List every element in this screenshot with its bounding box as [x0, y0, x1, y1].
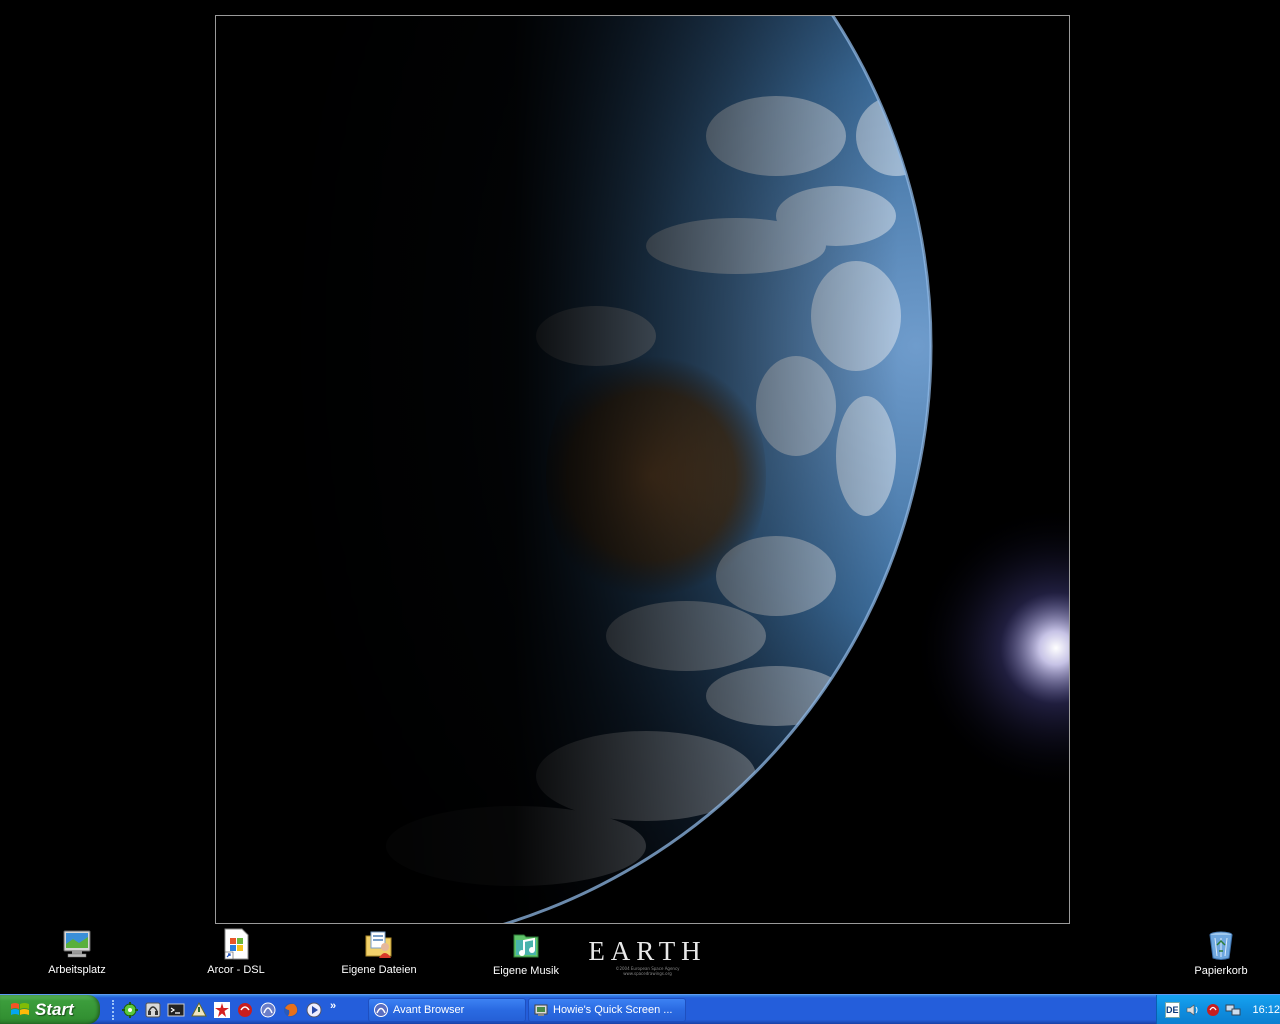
windows-logo-icon — [10, 1001, 30, 1019]
task-button-label: Avant Browser — [393, 1004, 465, 1016]
recycle-bin-icon — [1205, 929, 1237, 961]
start-button[interactable]: Start — [0, 995, 100, 1024]
desktop-icon-label: Eigene Dateien — [341, 964, 417, 976]
my-computer-icon — [61, 928, 93, 960]
arcor-shortcut-icon — [220, 928, 252, 960]
shield-icon[interactable] — [213, 1001, 231, 1019]
toolbar-grip[interactable] — [112, 1000, 117, 1020]
volume-icon[interactable] — [1185, 1002, 1201, 1018]
task-button-label: Howie's Quick Screen ... — [553, 1004, 673, 1016]
screen-capture-icon — [533, 1002, 549, 1018]
wallpaper-title: EARTH — [588, 936, 707, 966]
system-tray: DE 16:12 — [1156, 995, 1280, 1024]
browser-icon[interactable] — [259, 1001, 277, 1019]
desktop-icon-arcor-dsl[interactable]: Arcor - DSL — [194, 928, 278, 977]
desktop-icon-eigene-dateien[interactable]: Eigene Dateien — [337, 928, 421, 977]
network-connection-icon[interactable] — [1225, 1002, 1241, 1018]
desktop-icon-papierkorb[interactable]: Papierkorb — [1179, 929, 1263, 978]
app-icon[interactable] — [236, 1001, 254, 1019]
clock[interactable]: 16:12 — [1253, 1004, 1280, 1016]
app-tray-icon[interactable] — [1205, 1002, 1221, 1018]
start-label: Start — [35, 999, 74, 1019]
wallpaper-credit-url: www.spacedrawings.org — [623, 971, 672, 976]
network-icon[interactable] — [190, 1001, 208, 1019]
my-documents-icon — [363, 928, 395, 960]
quick-launch-toolbar: » — [112, 1000, 336, 1020]
task-button-avant-browser[interactable]: Avant Browser — [368, 998, 526, 1022]
headset-icon[interactable] — [144, 1001, 162, 1019]
quick-launch-more-button[interactable]: » — [330, 1000, 336, 1012]
terminal-icon[interactable] — [167, 1001, 185, 1019]
wallpaper-earth-image — [215, 15, 1070, 924]
language-indicator[interactable]: DE — [1165, 1001, 1180, 1018]
my-music-icon — [510, 929, 542, 961]
firefox-icon[interactable] — [282, 1001, 300, 1019]
avant-browser-icon — [373, 1002, 389, 1018]
desktop-icon-arbeitsplatz[interactable]: Arbeitsplatz — [35, 928, 119, 977]
desktop: EARTH ©2004 European Space Agency www.sp… — [0, 0, 1280, 994]
desktop-icon-label: Eigene Musik — [492, 965, 560, 977]
taskbar: Start » Avant Browser Howie's Quick Scre… — [0, 994, 1280, 1024]
settings-icon[interactable] — [121, 1001, 139, 1019]
desktop-icon-label: Papierkorb — [1194, 965, 1248, 977]
desktop-icon-label: Arbeitsplatz — [48, 964, 106, 976]
wallpaper-caption: EARTH ©2004 European Space Agency www.sp… — [585, 936, 710, 976]
desktop-icon-label: Arcor - DSL — [207, 964, 265, 976]
desktop-icon-eigene-musik[interactable]: Eigene Musik — [484, 929, 568, 978]
media-player-icon[interactable] — [305, 1001, 323, 1019]
task-button-howies-quick-screen[interactable]: Howie's Quick Screen ... — [528, 998, 686, 1022]
